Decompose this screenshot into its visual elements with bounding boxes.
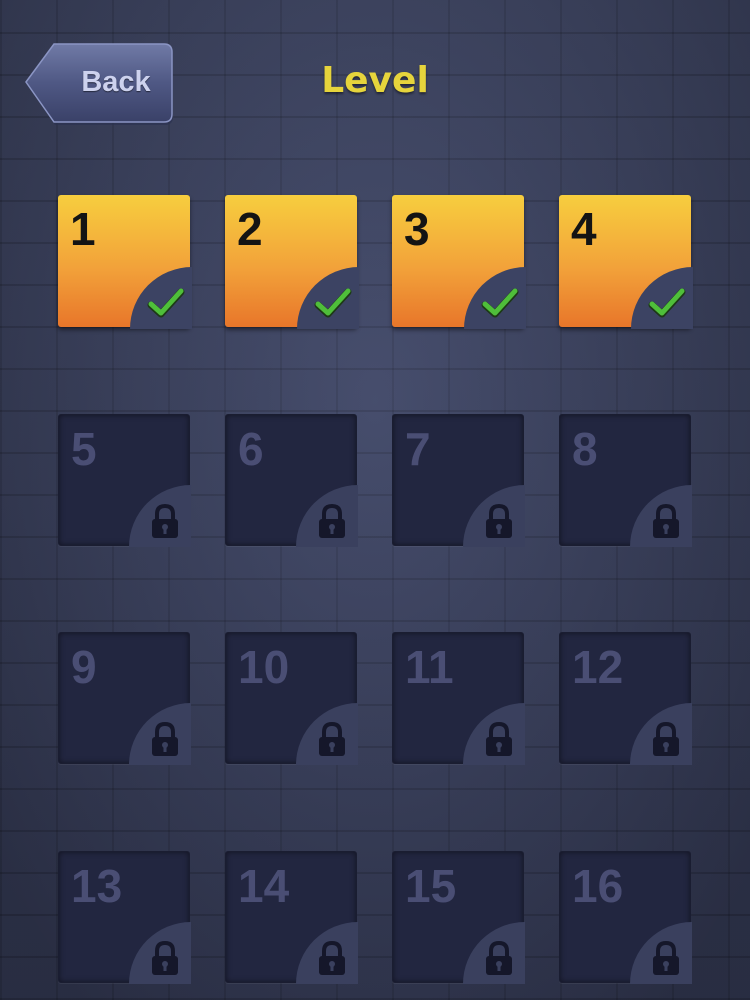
completed-badge bbox=[631, 267, 693, 329]
level-number: 4 bbox=[571, 203, 597, 255]
level-tile-5[interactable]: 5 bbox=[58, 414, 191, 547]
level-number: 2 bbox=[237, 203, 263, 255]
level-tile-9[interactable]: 9 bbox=[58, 632, 191, 765]
lock-badge bbox=[630, 485, 692, 547]
lock-icon bbox=[319, 721, 345, 756]
level-tile-1[interactable]: 1 bbox=[58, 195, 192, 329]
level-number: 1 bbox=[70, 203, 96, 255]
lock-icon bbox=[152, 940, 178, 975]
lock-icon bbox=[319, 503, 345, 538]
back-button[interactable]: Back bbox=[24, 42, 174, 126]
checkmark-icon bbox=[314, 288, 352, 318]
checkmark-icon bbox=[648, 288, 686, 318]
lock-icon bbox=[653, 721, 679, 756]
lock-icon bbox=[653, 940, 679, 975]
level-tile-4[interactable]: 4 bbox=[559, 195, 693, 329]
level-number: 10 bbox=[238, 641, 290, 693]
level-tile-15[interactable]: 15 bbox=[392, 851, 525, 984]
lock-badge bbox=[296, 922, 358, 984]
lock-badge bbox=[463, 485, 525, 547]
checkmark-icon bbox=[481, 288, 519, 318]
level-number: 13 bbox=[71, 860, 123, 912]
lock-badge bbox=[463, 922, 525, 984]
level-number: 9 bbox=[71, 641, 97, 693]
level-number: 7 bbox=[405, 423, 431, 475]
level-tile-8[interactable]: 8 bbox=[559, 414, 692, 547]
completed-badge bbox=[130, 267, 192, 329]
level-select-screen: Back Level 1 2 3 4 5 6 7 8 9 10 11 12 13 14 15 16 bbox=[0, 0, 750, 1000]
level-number: 11 bbox=[405, 641, 454, 693]
level-number: 12 bbox=[572, 641, 624, 693]
lock-badge bbox=[129, 922, 191, 984]
lock-badge bbox=[630, 922, 692, 984]
lock-icon bbox=[486, 940, 512, 975]
lock-icon bbox=[319, 940, 345, 975]
back-button-label: Back bbox=[81, 66, 151, 98]
checkmark-icon bbox=[147, 288, 185, 318]
page-title: Level bbox=[321, 60, 429, 101]
level-number: 15 bbox=[405, 860, 457, 912]
lock-icon bbox=[152, 503, 178, 538]
level-number: 3 bbox=[404, 203, 430, 255]
level-tile-10[interactable]: 10 bbox=[225, 632, 358, 765]
level-tile-2[interactable]: 2 bbox=[225, 195, 359, 329]
lock-badge bbox=[129, 485, 191, 547]
lock-badge bbox=[296, 703, 358, 765]
level-tile-13[interactable]: 13 bbox=[58, 851, 191, 984]
completed-badge bbox=[297, 267, 359, 329]
level-tile-12[interactable]: 12 bbox=[559, 632, 692, 765]
lock-icon bbox=[486, 721, 512, 756]
level-tile-6[interactable]: 6 bbox=[225, 414, 358, 547]
level-number: 5 bbox=[71, 423, 97, 475]
level-number: 14 bbox=[238, 860, 290, 912]
lock-badge bbox=[296, 485, 358, 547]
level-tile-11[interactable]: 11 bbox=[392, 632, 525, 765]
lock-badge bbox=[463, 703, 525, 765]
completed-badge bbox=[464, 267, 526, 329]
lock-icon bbox=[152, 721, 178, 756]
lock-badge bbox=[129, 703, 191, 765]
lock-icon bbox=[653, 503, 679, 538]
level-tile-3[interactable]: 3 bbox=[392, 195, 526, 329]
level-tile-14[interactable]: 14 bbox=[225, 851, 358, 984]
level-number: 6 bbox=[238, 423, 264, 475]
level-number: 16 bbox=[572, 860, 624, 912]
level-number: 8 bbox=[572, 423, 598, 475]
lock-badge bbox=[630, 703, 692, 765]
level-tile-7[interactable]: 7 bbox=[392, 414, 525, 547]
lock-icon bbox=[486, 503, 512, 538]
level-tile-16[interactable]: 16 bbox=[559, 851, 692, 984]
